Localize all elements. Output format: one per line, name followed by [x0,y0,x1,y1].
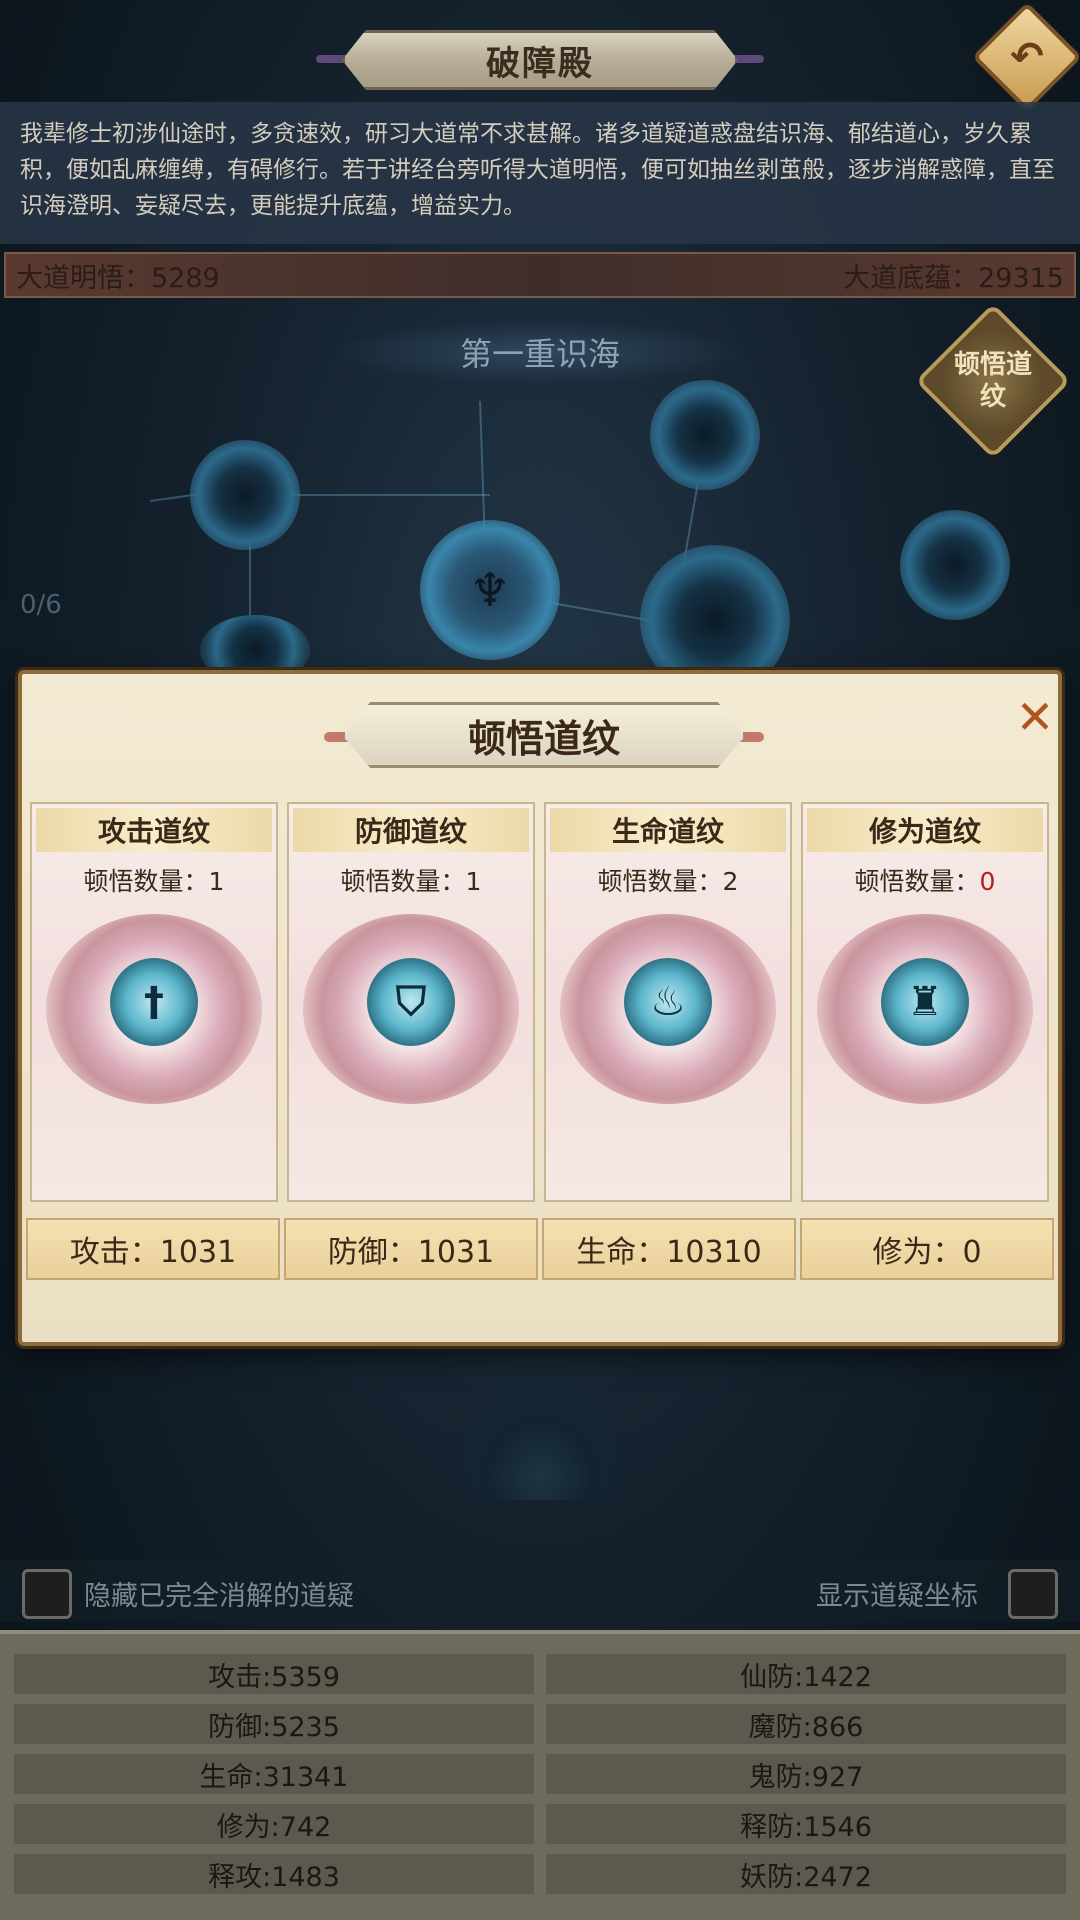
card-count-value: 1 [465,867,482,896]
stat-cultivation: 修为:742 [14,1804,534,1844]
insight-rune-label: 顿悟道纹 [953,350,1032,412]
card-count-label: 顿悟数量： [854,867,980,896]
enlightenment-label: 大道明悟： [16,262,151,294]
foundation-label: 大道底蕴： [843,262,979,294]
stats-panel: 攻击:5359 防御:5235 生命:31341 修为:742 释攻:1483 … [0,1630,1080,1920]
modal-title-plaque: 顿悟道纹 [342,702,746,768]
insight-modal: 顿悟道纹 ✕ 攻击道纹 顿悟数量：1 † 防御道纹 顿悟数量：1 ⛉ 生命道纹 … [18,670,1062,1346]
back-arrow-icon: ↶ [1010,34,1044,80]
card-count: 顿悟数量：1 [32,862,276,898]
meditating-figure [450,1380,630,1500]
page-title: 破障殿 [486,43,594,84]
hide-resolved-checkbox[interactable] [22,1569,72,1619]
page-title-plaque: 破障殿 [342,30,738,90]
close-button[interactable]: ✕ [1012,694,1058,740]
card-count-label: 顿悟数量： [83,867,209,896]
card-count-value: 1 [208,867,225,896]
back-button[interactable]: ↶ [971,1,1080,113]
hide-resolved-label[interactable]: 隐藏已完全消解的道疑 [84,1574,354,1613]
resource-bar: 大道明悟：5289 大道底蕴：29315 [4,252,1076,298]
card-art: ♜ [817,914,1033,1104]
modal-title: 顿悟道纹 [467,716,620,761]
card-count: 顿悟数量：2 [546,862,790,898]
stat-demon-defense: 魔防:866 [546,1704,1066,1744]
card-art: ⛉ [303,914,519,1104]
stat-defense: 防御:5235 [14,1704,534,1744]
stat-immortal-defense: 仙防:1422 [546,1654,1066,1694]
rune-card-attack[interactable]: 攻击道纹 顿悟数量：1 † [30,802,278,1202]
layer-progress: 0/6 [20,590,62,620]
stat-buddhist-defense: 释防:1546 [546,1804,1066,1844]
card-art: † [46,914,262,1104]
card-count-value: 0 [979,867,996,896]
stat-ghost-defense: 鬼防:927 [546,1754,1066,1794]
foundation-value: 29315 [978,262,1064,294]
foundation-stat: 大道底蕴：29315 [843,256,1064,295]
stat-monster-defense: 妖防:2472 [546,1854,1066,1894]
enlightenment-stat: 大道明悟：5289 [16,256,220,295]
doubt-node[interactable] [190,440,300,550]
enlightenment-value: 5289 [151,262,220,294]
rune-card-defense[interactable]: 防御道纹 顿悟数量：1 ⛉ [287,802,535,1202]
doubt-node[interactable] [900,510,1010,620]
rune-card-cultivation[interactable]: 修为道纹 顿悟数量：0 ♜ [801,802,1049,1202]
layer-label: 第一重识海 [330,320,750,384]
stat-attack: 攻击:5359 [14,1654,534,1694]
attack-value: 攻击：1031 [26,1218,280,1280]
show-coords-checkbox[interactable] [1008,1569,1058,1619]
show-coords-label[interactable]: 显示道疑坐标 [816,1574,978,1613]
card-count-value: 2 [722,867,739,896]
sword-rune-icon: † [110,958,198,1046]
doubt-node[interactable] [650,380,760,490]
stat-buddhist-attack: 释攻:1483 [14,1854,534,1894]
rune-icon: ♆ [469,563,511,617]
card-count: 顿悟数量：0 [803,862,1047,898]
close-icon: ✕ [1015,690,1055,744]
card-title: 攻击道纹 [36,808,272,852]
card-title: 生命道纹 [550,808,786,852]
card-art: ♨ [560,914,776,1104]
card-count-label: 顿悟数量： [340,867,466,896]
flame-rune-icon: ♨ [624,958,712,1046]
stat-life: 生命:31341 [14,1754,534,1794]
intro-text: 我辈修士初涉仙途时，多贪速效，研习大道常不求甚解。诸多道疑道惑盘结识海、郁结道心… [0,102,1080,244]
card-title: 防御道纹 [293,808,529,852]
shield-rune-icon: ⛉ [367,958,455,1046]
card-title: 修为道纹 [807,808,1043,852]
toggle-row: 隐藏已完全消解的道疑 显示道疑坐标 [0,1560,1080,1622]
card-count: 顿悟数量：1 [289,862,533,898]
insight-rune-button[interactable]: 顿悟道纹 [915,303,1071,459]
rune-card-life[interactable]: 生命道纹 顿悟数量：2 ♨ [544,802,792,1202]
life-value: 生命：10310 [542,1218,796,1280]
cultivation-value: 修为：0 [800,1218,1054,1280]
card-count-label: 顿悟数量： [597,867,723,896]
pagoda-rune-icon: ♜ [881,958,969,1046]
defense-value: 防御：1031 [284,1218,538,1280]
